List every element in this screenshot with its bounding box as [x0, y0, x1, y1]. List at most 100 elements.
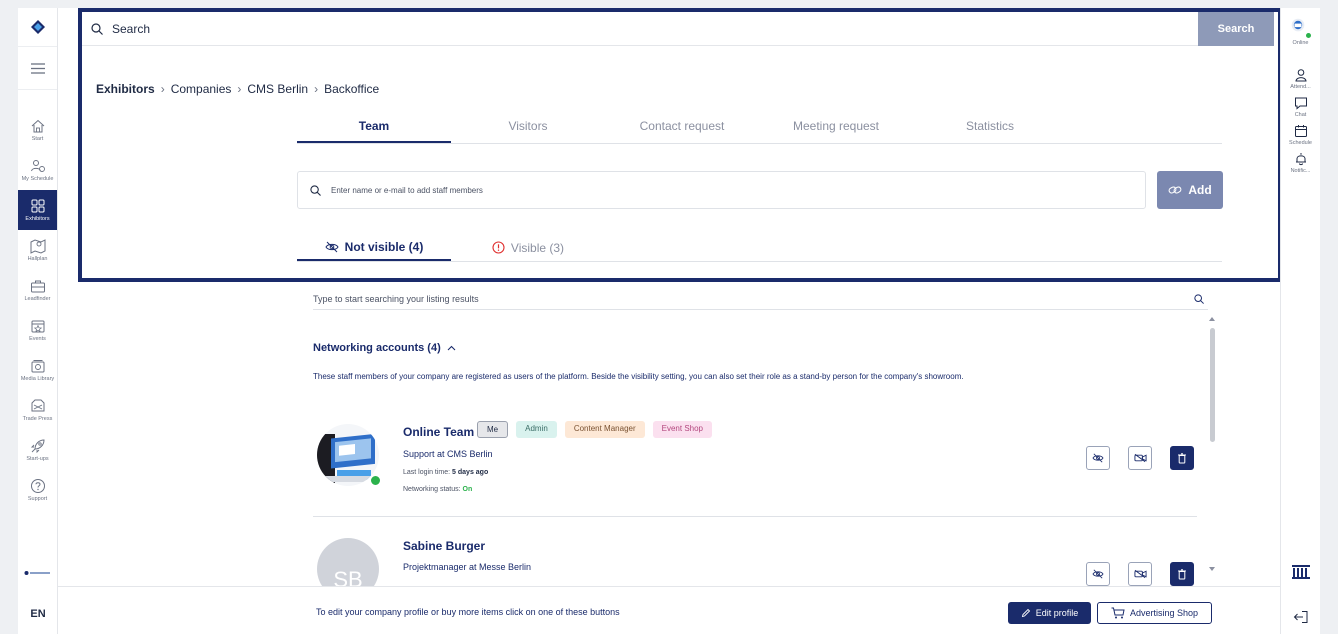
person-name[interactable]: Sabine Burger [403, 539, 485, 553]
user-avatar [1291, 18, 1312, 39]
delete-button[interactable] [1170, 446, 1194, 470]
toggle-video-button[interactable] [1128, 446, 1152, 470]
users-schedule-icon [30, 160, 45, 172]
sidebar-item-media-library[interactable]: Media Library [18, 350, 57, 390]
networking-accounts-toggle[interactable]: Networking accounts (4) [313, 342, 456, 354]
tab-visible[interactable]: Visible (3) [451, 234, 605, 261]
section-description: These staff members of your company are … [313, 372, 964, 381]
person-role: Support at CMS Berlin [403, 449, 493, 459]
sidebar-item-support[interactable]: Support [18, 470, 57, 510]
edit-profile-label: Edit profile [1035, 608, 1079, 618]
badge-event-shop: Event Shop [652, 421, 713, 438]
partner-logo [18, 570, 58, 576]
logout-icon[interactable] [1293, 610, 1309, 624]
chevron-right-icon: › [314, 82, 319, 96]
tab-visitors[interactable]: Visitors [451, 114, 605, 143]
press-icon [31, 399, 44, 412]
visibility-tabs: Not visible (4) Visible (3) [297, 234, 1222, 262]
bell-icon [1295, 153, 1306, 166]
chat-icon [1294, 97, 1307, 110]
sidebar-item-events[interactable]: Events [18, 310, 57, 350]
tab-not-visible[interactable]: Not visible (4) [297, 234, 451, 261]
listing-search-input[interactable]: Type to start searching your listing res… [313, 294, 479, 304]
sidebar-item-start[interactable]: Start [18, 110, 57, 150]
toggle-visibility-button[interactable] [1086, 446, 1110, 470]
advertising-shop-button[interactable]: Advertising Shop [1097, 602, 1212, 624]
briefcase-icon [30, 280, 45, 293]
listing-search[interactable]: Type to start searching your listing res… [313, 288, 1208, 310]
cart-icon [1111, 607, 1125, 619]
calendar-icon [1294, 125, 1307, 137]
person-name[interactable]: Online Team [403, 425, 474, 439]
global-search-input[interactable]: Search [112, 22, 1198, 36]
alert-circle-icon [492, 241, 505, 254]
breadcrumb: Exhibitors › Companies › CMS Berlin › Ba… [96, 82, 379, 96]
hamburger-menu-icon[interactable] [18, 46, 57, 90]
add-staff-input[interactable]: Enter name or e-mail to add staff member… [297, 171, 1146, 209]
backoffice-tabs: Team Visitors Contact request Meeting re… [297, 114, 1222, 144]
scrollbar-thumb[interactable] [1210, 328, 1215, 442]
sidebar-item-leadfinder[interactable]: Leadfinder [18, 270, 57, 310]
language-switch[interactable]: EN [18, 608, 58, 620]
toggle-visibility-button[interactable] [1086, 562, 1110, 586]
footer-text: To edit your company profile or buy more… [316, 607, 620, 617]
role-badges: Me Admin Content Manager Event Shop [477, 421, 713, 438]
home-icon [31, 119, 44, 133]
global-search-bar: Search Search [82, 11, 1274, 46]
building-icon[interactable] [1291, 564, 1311, 580]
search-icon[interactable] [1194, 293, 1204, 304]
map-icon [30, 239, 45, 254]
avatar-initials: SB [333, 567, 363, 586]
calendar-star-icon [31, 320, 44, 333]
brand-logo[interactable] [18, 8, 57, 46]
tab-meeting-request[interactable]: Meeting request [759, 114, 913, 143]
tab-contact-request[interactable]: Contact request [605, 114, 759, 143]
sidebar-item-start-ups[interactable]: Start-ups [18, 430, 57, 470]
divider [313, 516, 1197, 517]
networking-status: Networking status: On [403, 486, 473, 493]
chevron-up-icon [447, 345, 456, 351]
search-icon [82, 22, 112, 35]
tab-team[interactable]: Team [297, 114, 451, 143]
list-scrollbar[interactable] [1208, 316, 1216, 572]
sidebar-item-exhibitors[interactable]: Exhibitors [18, 190, 57, 230]
add-staff-button[interactable]: Add [1157, 171, 1223, 209]
chevron-right-icon: › [160, 82, 165, 96]
footer-bar: To edit your company profile or buy more… [58, 586, 1280, 634]
breadcrumb-exhibitors[interactable]: Exhibitors [96, 82, 155, 96]
rocket-icon [30, 439, 45, 454]
sidebar-item-my-schedule[interactable]: My Schedule [18, 150, 57, 190]
add-button-label: Add [1188, 183, 1212, 197]
user-status-label: Online [1292, 40, 1309, 46]
breadcrumb-companies[interactable]: Companies [171, 82, 232, 96]
delete-button[interactable] [1170, 562, 1194, 586]
search-icon [310, 184, 321, 196]
global-search-button[interactable]: Search [1198, 11, 1274, 46]
badge-content-manager: Content Manager [564, 421, 645, 438]
tab-statistics[interactable]: Statistics [913, 114, 1067, 143]
advertising-shop-label: Advertising Shop [1129, 608, 1199, 618]
right-item-notifications[interactable]: Notific... [1281, 152, 1320, 174]
breadcrumb-cms-berlin[interactable]: CMS Berlin [247, 82, 308, 96]
sidebar-item-hallplan[interactable]: Hallplan [18, 230, 57, 270]
tab-visible-label: Visible (3) [510, 240, 565, 255]
badge-admin: Admin [516, 421, 557, 438]
right-item-chat[interactable]: Chat [1281, 96, 1320, 118]
scroll-up-icon[interactable] [1208, 316, 1216, 322]
grid-icon [31, 199, 44, 213]
left-sidebar: Start My Schedule Exhibitors Hallplan Le… [18, 8, 58, 634]
link-icon [1168, 185, 1182, 195]
sidebar-item-trade-press[interactable]: Trade Press [18, 390, 57, 430]
list-item: Online Team Me Admin Content Manager Eve… [313, 420, 1197, 510]
breadcrumb-backoffice[interactable]: Backoffice [324, 82, 379, 96]
edit-profile-button[interactable]: Edit profile [1008, 602, 1091, 624]
last-login: Last login time: 5 days ago [403, 469, 489, 476]
user-status[interactable]: Online [1281, 18, 1320, 46]
tab-not-visible-label: Not visible (4) [344, 239, 424, 254]
scroll-down-icon[interactable] [1208, 566, 1216, 572]
media-icon [31, 360, 44, 373]
right-item-attendees[interactable]: Attend... [1281, 68, 1320, 90]
person-icon [1294, 69, 1307, 82]
toggle-video-button[interactable] [1128, 562, 1152, 586]
right-item-schedule[interactable]: Schedule [1281, 124, 1320, 146]
